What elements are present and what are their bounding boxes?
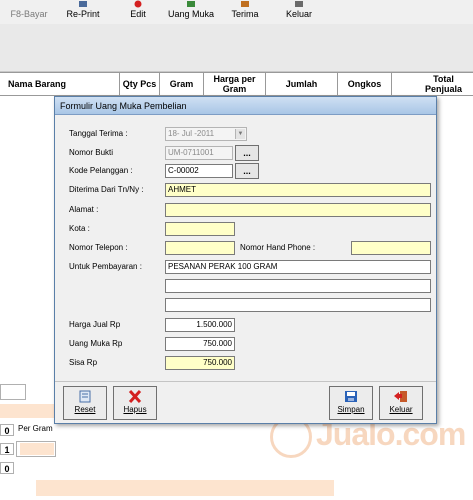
column-total-penjualan: Total Penjuala	[424, 74, 462, 94]
simpan-button[interactable]: Simpan	[329, 386, 373, 420]
untuk-pembayaran-line-3[interactable]	[165, 298, 431, 312]
kode-pelanggan-label: Kode Pelanggan :	[69, 166, 133, 175]
nomor-bukti-field[interactable]: UM-0711001	[165, 146, 233, 160]
toolbar-reprint-button[interactable]: Re-Print	[62, 0, 104, 24]
untuk-pembayaran-line-1[interactable]: PESANAN PERAK 100 GRAM	[165, 260, 431, 274]
dialog-title: Formulir Uang Muka Pembelian	[55, 97, 436, 115]
background-number: 0	[0, 424, 14, 436]
print-icon	[78, 0, 88, 8]
background-peach-field	[20, 443, 54, 455]
column-nama-barang: Nama Barang	[0, 73, 120, 95]
background-number: 0	[0, 462, 14, 474]
nomor-hand-phone-label: Nomor Hand Phone :	[240, 243, 316, 252]
exit-icon	[294, 0, 304, 8]
items-grid-header: Nama Barang Qty Pcs Gram Harga per Gram …	[0, 72, 473, 96]
nomor-bukti-lookup-button[interactable]: ...	[235, 145, 259, 161]
column-gram: Gram	[160, 73, 204, 95]
sisa-field: 750.000	[165, 356, 235, 370]
toolbar-edit-button[interactable]: Edit	[124, 0, 152, 24]
uang-muka-label: Uang Muka Rp	[69, 339, 123, 348]
untuk-pembayaran-label: Untuk Pembayaran :	[69, 262, 142, 271]
wallet-icon	[186, 0, 196, 8]
toolbar-uang-muka-button[interactable]: Uang Muka	[164, 0, 218, 24]
hapus-button[interactable]: Hapus	[113, 386, 157, 420]
uang-muka-field[interactable]: 750.000	[165, 337, 235, 351]
kode-pelanggan-lookup-button[interactable]: ...	[235, 163, 259, 179]
column-jumlah: Jumlah	[266, 73, 338, 95]
kota-label: Kota :	[69, 224, 90, 233]
alamat-field[interactable]	[165, 203, 431, 217]
tanggal-terima-field[interactable]: 18- Jul -2011 ▼	[165, 127, 247, 141]
reset-icon	[78, 390, 92, 403]
toolbar-separator-area	[0, 24, 473, 72]
tanggal-terima-label: Tanggal Terima :	[69, 129, 128, 138]
harga-jual-label: Harga Jual Rp	[69, 320, 121, 329]
column-ongkos: Ongkos	[338, 73, 392, 95]
background-peach-field[interactable]	[36, 480, 334, 496]
keluar-button[interactable]: Keluar	[379, 386, 423, 420]
background-field[interactable]	[0, 384, 26, 400]
uang-muka-dialog: Formulir Uang Muka Pembelian Tanggal Ter…	[54, 96, 437, 424]
delete-icon	[128, 389, 142, 404]
diterima-dari-label: Diterima Dari Tn/Ny :	[69, 185, 144, 194]
nomor-bukti-label: Nomor Bukti	[69, 148, 114, 157]
diterima-dari-field[interactable]: AHMET	[165, 183, 431, 197]
background-peach-field[interactable]	[0, 404, 54, 418]
alamat-label: Alamat :	[69, 205, 99, 214]
column-harga-per-gram: Harga per Gram	[204, 73, 266, 95]
main-toolbar: F8-Bayar Re-Print Edit Uang Muka Terima …	[0, 0, 473, 24]
toolbar-bayar-button[interactable]: F8-Bayar	[8, 0, 50, 24]
nomor-hand-phone-field[interactable]	[351, 241, 431, 255]
dialog-footer: Reset Hapus Simpan Keluar	[55, 381, 436, 423]
per-gram-label: Per Gram	[18, 424, 53, 433]
nomor-telepon-label: Nomor Telepon :	[69, 243, 128, 252]
exit-door-icon	[394, 390, 408, 403]
untuk-pembayaran-line-2[interactable]	[165, 279, 431, 293]
pay-icon	[24, 0, 34, 8]
kota-field[interactable]	[165, 222, 235, 236]
reset-button[interactable]: Reset	[63, 386, 107, 420]
sisa-label: Sisa Rp	[69, 358, 98, 367]
harga-jual-field[interactable]: 1.500.000	[165, 318, 235, 332]
save-icon	[344, 390, 358, 403]
column-qty-pcs: Qty Pcs	[120, 73, 160, 95]
chevron-down-icon[interactable]: ▼	[235, 129, 245, 139]
dialog-body: Tanggal Terima : 18- Jul -2011 ▼ Nomor B…	[55, 115, 436, 385]
nomor-telepon-field[interactable]	[165, 241, 235, 255]
kode-pelanggan-field[interactable]: C-00002	[165, 164, 233, 178]
background-number: 1	[0, 443, 14, 455]
toolbar-terima-button[interactable]: Terima	[226, 0, 264, 24]
receive-icon	[240, 0, 250, 8]
edit-icon	[133, 0, 143, 8]
toolbar-keluar-button[interactable]: Keluar	[280, 0, 318, 24]
